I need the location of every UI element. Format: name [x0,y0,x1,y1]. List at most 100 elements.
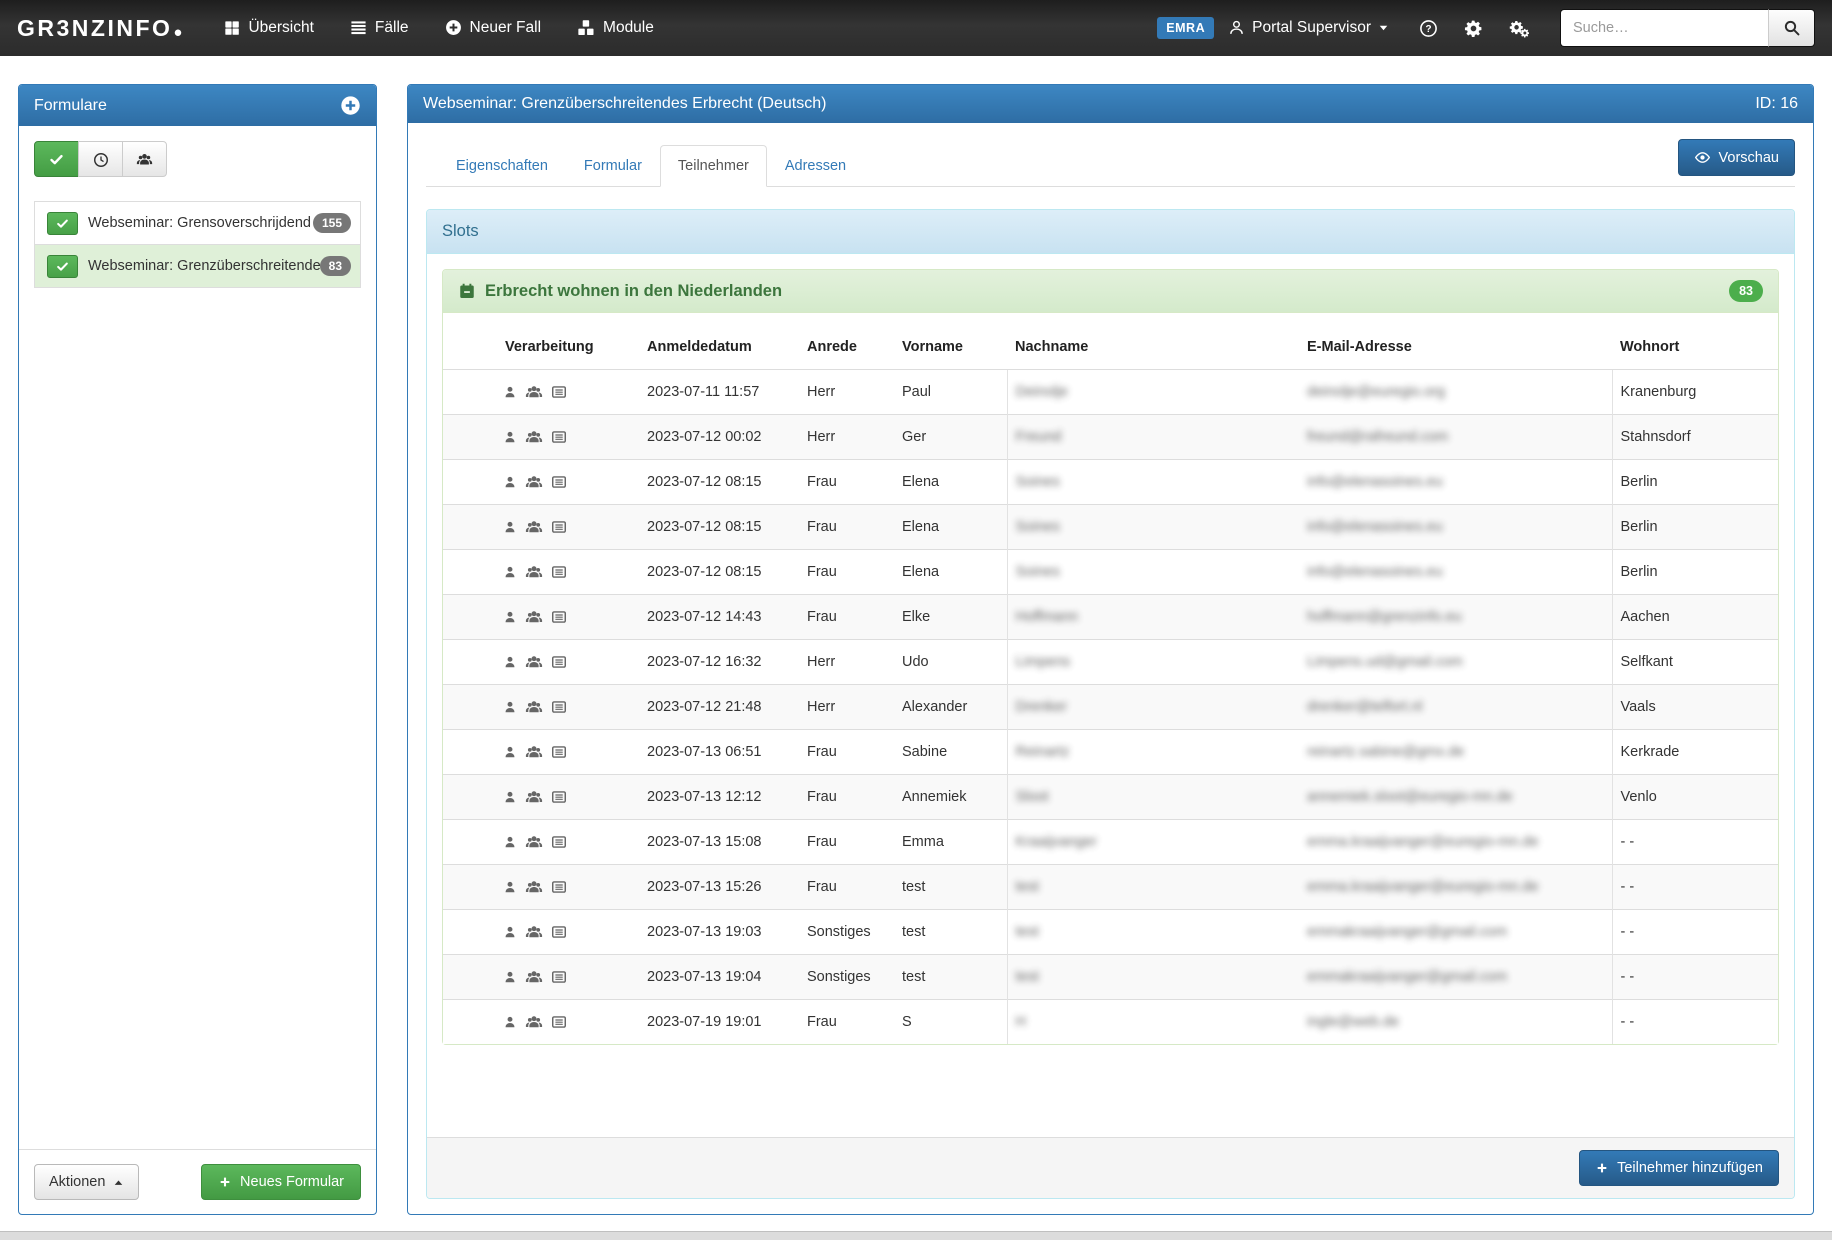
cell-nachname: Sloot [1007,775,1299,820]
details-icon[interactable] [551,429,567,445]
details-icon[interactable] [551,834,567,850]
cell-wohnort: - - [1612,955,1778,1000]
users-icon[interactable] [525,1013,543,1031]
details-icon[interactable] [551,384,567,400]
user-icon[interactable] [503,924,517,940]
user-icon[interactable] [503,879,517,895]
slots-panel-header: Slots [427,210,1794,254]
add-form-icon[interactable] [340,95,361,116]
users-icon[interactable] [525,968,543,986]
details-icon[interactable] [551,474,567,490]
cell-wohnort: Aachen [1612,595,1778,640]
user-icon[interactable] [503,969,517,985]
user-icon[interactable] [503,789,517,805]
user-icon[interactable] [503,1014,517,1030]
form-list-item-selected[interactable]: Webseminar: Grenzüberschreitendes Erbrec… [34,244,361,288]
row-actions [443,595,639,640]
user-icon[interactable] [503,654,517,670]
form-list: Webseminar: Grensoverschrijdend erfrecht… [34,201,361,288]
users-icon[interactable] [525,743,543,761]
tab-adressen[interactable]: Adressen [767,145,864,187]
users-icon[interactable] [525,698,543,716]
user-icon[interactable] [503,384,517,400]
cell-vorname: test [894,910,1007,955]
cell-anrede: Herr [799,640,894,685]
tab-teilnehmer[interactable]: Teilnehmer [660,145,767,187]
gears-icon[interactable] [1509,18,1530,39]
users-icon [136,150,153,168]
details-icon[interactable] [551,744,567,760]
filter-participants-button[interactable] [122,141,167,177]
users-icon[interactable] [525,563,543,581]
formulare-title: Formulare [34,97,107,115]
nav-item-uebersicht[interactable]: Übersicht [224,19,313,37]
user-icon[interactable] [503,834,517,850]
users-icon[interactable] [525,428,543,446]
tab-formular[interactable]: Formular [566,145,660,187]
users-icon[interactable] [525,518,543,536]
details-icon[interactable] [551,924,567,940]
users-icon[interactable] [525,653,543,671]
users-icon[interactable] [525,878,543,896]
nav-item-neuer-fall[interactable]: Neuer Fall [445,19,542,37]
users-icon[interactable] [525,923,543,941]
brand-logo[interactable]: GR3NZINFO ● [17,17,182,40]
cell-email: emmakraaijvanger@gmail.com [1299,955,1612,1000]
clock-icon [93,150,109,167]
nav-item-label: Fälle [375,19,409,37]
cell-wohnort: - - [1612,910,1778,955]
user-icon[interactable] [503,744,517,760]
nav-item-faelle[interactable]: Fälle [350,19,409,37]
user-icon[interactable] [503,564,517,580]
users-icon[interactable] [525,608,543,626]
aktionen-button[interactable]: Aktionen [34,1164,139,1200]
brand-dot: ● [173,25,182,40]
participant-row: 2023-07-12 16:32 Herr Udo Limpens Limpen… [443,640,1778,685]
form-list-item[interactable]: Webseminar: Grensoverschrijdend erfrecht… [34,201,361,245]
caret-down-icon [1378,19,1389,37]
cell-email: hoffmann@grenzinfo.eu [1299,595,1612,640]
row-actions [443,415,639,460]
details-icon[interactable] [551,1014,567,1030]
details-icon[interactable] [551,654,567,670]
search-button[interactable] [1768,9,1815,47]
help-icon[interactable] [1419,19,1438,38]
cell-email: deinolje@euregio.org [1299,370,1612,415]
users-icon[interactable] [525,833,543,851]
search-input[interactable] [1560,9,1768,47]
user-icon[interactable] [503,474,517,490]
neues-formular-button[interactable]: Neues Formular [201,1164,361,1200]
cell-anrede: Frau [799,505,894,550]
vorschau-label: Vorschau [1719,150,1779,166]
details-icon[interactable] [551,789,567,805]
users-icon[interactable] [525,788,543,806]
details-icon[interactable] [551,699,567,715]
user-icon[interactable] [503,609,517,625]
cell-nachname: Kraaijvanger [1007,820,1299,865]
cell-wohnort: Stahnsdorf [1612,415,1778,460]
vorschau-button[interactable]: Vorschau [1678,139,1795,176]
details-icon[interactable] [551,519,567,535]
user-menu[interactable]: Portal Supervisor [1228,19,1389,37]
user-icon[interactable] [503,699,517,715]
nav-item-module[interactable]: Module [577,19,654,37]
cell-anrede: Frau [799,730,894,775]
webseminar-panel-body: Eigenschaften Formular Teilnehmer Adress… [408,123,1813,1214]
user-menu-label: Portal Supervisor [1252,19,1371,37]
gear-icon[interactable] [1464,19,1483,38]
user-icon[interactable] [503,519,517,535]
details-icon[interactable] [551,879,567,895]
tab-eigenschaften[interactable]: Eigenschaften [438,145,566,187]
details-icon[interactable] [551,564,567,580]
details-icon[interactable] [551,609,567,625]
users-icon[interactable] [525,473,543,491]
teilnehmer-hinzufuegen-button[interactable]: Teilnehmer hinzufügen [1579,1150,1779,1186]
details-icon[interactable] [551,969,567,985]
search-icon [1783,19,1801,37]
cell-email: info@elenasoines.eu [1299,460,1612,505]
user-icon[interactable] [503,429,517,445]
tab-bar: Eigenschaften Formular Teilnehmer Adress… [426,139,1795,187]
filter-pending-button[interactable] [78,141,123,177]
filter-active-button[interactable] [34,141,79,177]
users-icon[interactable] [525,383,543,401]
